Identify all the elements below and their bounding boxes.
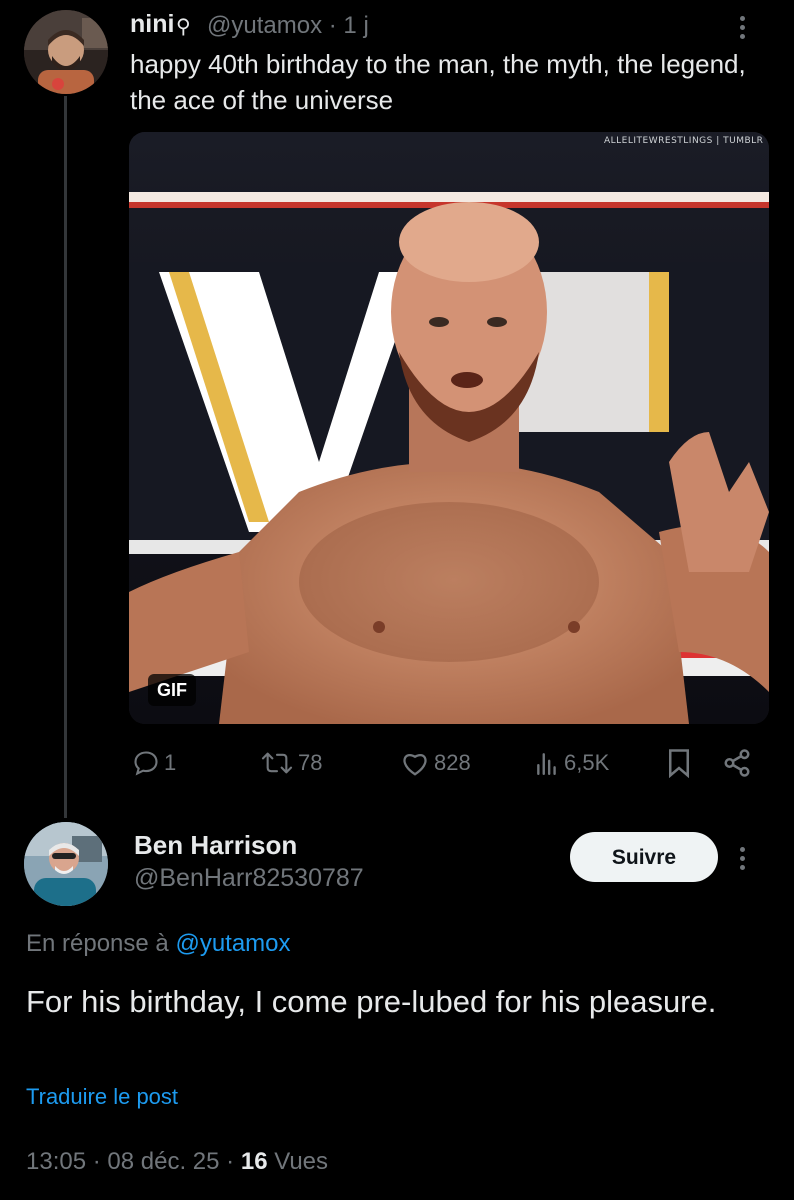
repost-button[interactable]: 78	[260, 748, 322, 778]
reply-author-name[interactable]: Ben Harrison	[134, 830, 297, 861]
separator-dot: ·	[328, 12, 344, 39]
media-image	[129, 132, 769, 724]
reply-count: 1	[164, 750, 177, 775]
avatar[interactable]	[24, 10, 108, 94]
bookmark-icon	[669, 749, 689, 778]
share-icon	[724, 749, 750, 777]
repost-count: 78	[298, 750, 323, 775]
reply-button[interactable]: 1	[132, 748, 176, 778]
separator-dot: ·	[226, 1148, 241, 1175]
like-icon	[403, 754, 427, 776]
avatar-image	[24, 10, 108, 94]
views-count: 6,5K	[564, 750, 610, 775]
views-count: 16	[240, 1148, 268, 1175]
reply-icon	[134, 751, 158, 776]
more-icon[interactable]	[740, 12, 745, 43]
post-date[interactable]: 08 déc. 25	[107, 1148, 219, 1175]
post-media-gif[interactable]	[129, 132, 769, 724]
follow-button[interactable]: Suivre	[570, 832, 718, 882]
post-text: happy 40th birthday to the man, the myth…	[130, 49, 746, 115]
author-name[interactable]: nini	[130, 10, 174, 39]
in-reply-handle-link[interactable]: @yutamox	[175, 930, 290, 957]
in-reply-prefix: En réponse à	[26, 930, 169, 957]
post-meta: 13:05 · 08 déc. 25 · 16 Vues	[26, 1148, 328, 1176]
gif-badge[interactable]: GIF	[148, 674, 196, 706]
separator-dot: ·	[92, 1148, 108, 1175]
more-icon[interactable]	[740, 843, 745, 874]
like-button[interactable]: 828	[400, 748, 471, 778]
views-icon	[537, 753, 556, 776]
like-count: 828	[434, 750, 471, 775]
share-button[interactable]	[722, 748, 756, 778]
translate-link[interactable]: Traduire le post	[26, 1084, 178, 1110]
post-time[interactable]: 13:05	[26, 1148, 86, 1175]
views-label: Vues	[274, 1148, 329, 1175]
views-button[interactable]: 6,5K	[534, 748, 609, 778]
author-handle[interactable]: @yutamox · 1 j	[207, 12, 369, 40]
avatar[interactable]	[24, 822, 108, 906]
thread-connector-line	[64, 96, 67, 818]
bookmark-button[interactable]	[666, 748, 696, 778]
reply-text: For his birthday, I come pre-lubed for h…	[26, 984, 717, 1019]
post-time[interactable]: 1 j	[343, 12, 368, 39]
avatar-image	[24, 822, 108, 906]
user-symbol-icon: ⚲	[176, 16, 191, 38]
handle-text[interactable]: @yutamox	[207, 12, 322, 39]
repost-icon	[261, 752, 293, 774]
in-reply-to: En réponse à @yutamox	[26, 930, 291, 958]
media-watermark: ALLELITEWRESTLINGS | TUMBLR	[604, 136, 764, 146]
reply-author-handle[interactable]: @BenHarr82530787	[134, 864, 364, 893]
